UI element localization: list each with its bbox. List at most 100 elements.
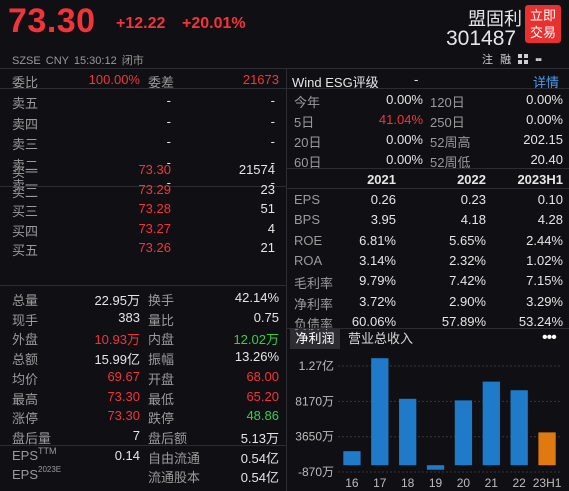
divider <box>287 188 569 189</box>
bid-row[interactable]: 买五 73.26 21 <box>0 238 285 258</box>
ask-price: - <box>166 134 171 149</box>
stat-label-left: 涨停 <box>12 411 39 427</box>
perf-value-left: 0.00% <box>386 132 423 147</box>
ask-row[interactable]: 卖三 - - <box>0 132 285 152</box>
chart-xtick-label: 20 <box>457 476 471 490</box>
bid-row[interactable]: 买二 73.29 23 <box>0 180 285 200</box>
chart-bar[interactable] <box>426 465 445 470</box>
stat-row: 最高 73.30 最低 65.20 <box>0 387 285 407</box>
chart-bar[interactable] <box>454 400 473 466</box>
trade-button-line1: 立即 <box>529 8 556 23</box>
perf-value-right: 202.15 <box>523 132 563 147</box>
stat-row: 外盘 10.93万 内盘 12.02万 <box>0 327 285 348</box>
ask-row[interactable]: 卖四 - - <box>0 112 285 132</box>
fin-label: 负债率 <box>294 316 334 332</box>
tab-revenue[interactable]: 营业总收入 <box>348 329 413 349</box>
fin-value: 6.81% <box>359 232 396 248</box>
ask-row[interactable]: 卖五 - - <box>0 91 285 111</box>
bid-price: 73.29 <box>138 181 171 197</box>
header-icons: 注 融 ▪▪ <box>478 51 542 67</box>
fin-label: 毛利率 <box>294 276 334 292</box>
stat-value-right: 68.00 <box>246 368 279 384</box>
fin-value: 3.14% <box>359 252 396 268</box>
fin-value: 53.24% <box>518 313 563 329</box>
bid-row[interactable]: 买四 73.27 4 <box>0 219 285 239</box>
trade-now-button[interactable]: 立即 交易 <box>525 5 561 43</box>
bid-row[interactable]: 买三 73.28 51 <box>0 199 285 219</box>
note-icon[interactable]: 注 <box>482 54 493 66</box>
bid-volume: 21574 <box>238 162 275 177</box>
chart-bar[interactable] <box>538 432 556 466</box>
fin-value: 2.44% <box>526 232 563 248</box>
chart-bar[interactable] <box>343 451 361 466</box>
fin-value: 4.28 <box>537 212 563 228</box>
stat-value-right: 13.26% <box>234 349 279 365</box>
stat-label-left: 外盘 <box>12 332 39 348</box>
fin-year-header: 2021 2022 2023H1 <box>290 170 569 189</box>
fin-year: 2022 <box>457 172 486 187</box>
fin-value: 9.79% <box>359 273 396 289</box>
perf-value-right: 0.00% <box>526 92 563 107</box>
stat-row: 总量 22.95万 换手 42.14% <box>0 288 285 308</box>
bid-volume: 21 <box>260 240 275 255</box>
fin-label: ROA <box>294 252 323 268</box>
stat-label-left: 总额 <box>12 352 39 368</box>
fin-row: EPS 0.26 0.23 0.10 <box>290 190 569 209</box>
divider <box>287 168 569 169</box>
ask-label: 卖三 <box>12 137 39 152</box>
stat-label-right: 开盘 <box>148 371 175 387</box>
chart-ytick-label: 3650万 <box>295 430 334 444</box>
chart-bar[interactable] <box>510 390 528 466</box>
bid-label: 买一 <box>12 165 39 180</box>
stat-row: 均价 69.67 开盘 68.00 <box>0 367 285 387</box>
margin-icon[interactable]: 融 <box>500 54 511 66</box>
chart-xtick-label: 23H1 <box>533 476 562 490</box>
fin-value: 3.29% <box>526 293 563 309</box>
stat-label-right: 量比 <box>148 312 175 328</box>
fin-year: 2023H1 <box>517 172 563 187</box>
ask-volume: - <box>270 134 275 149</box>
stat-row: EPS TTM 0.14 自由流通 0.54亿 <box>0 446 285 466</box>
fin-value: 3.72% <box>359 293 396 309</box>
bid-volume: 51 <box>260 201 275 216</box>
stat-label-left: EPS <box>12 467 39 483</box>
order-ratio-value: 100.00% <box>88 72 140 87</box>
chart-xtick-label: 21 <box>485 476 499 490</box>
perf-row: 20日 0.00% 52周高 202.15 <box>290 130 569 150</box>
fin-value: 4.18 <box>460 212 486 228</box>
stat-label-right: 自由流通 <box>148 450 201 466</box>
stat-row: EPS 2023E 流通股本 0.54亿 <box>0 465 285 485</box>
esg-row: Wind ESG评级 - 详情 <box>290 70 569 90</box>
perf-label-right: 52周高 <box>430 135 471 150</box>
perf-label-left: 20日 <box>294 135 322 150</box>
chart-ytick-label: -870万 <box>298 465 334 479</box>
chart-bar[interactable] <box>371 358 389 466</box>
bid-label: 买五 <box>12 243 39 258</box>
chart-ytick-label: 8170万 <box>295 394 334 408</box>
ask-volume: - <box>270 93 275 108</box>
stat-value-left: 383 <box>118 309 140 325</box>
chart-xtick-label: 16 <box>345 476 359 490</box>
divider <box>0 285 286 286</box>
stock-code: 301487 <box>446 27 517 50</box>
chart-xtick-label: 19 <box>429 476 443 490</box>
fin-value: 2.90% <box>449 293 486 309</box>
chart-bar[interactable] <box>482 381 500 466</box>
stat-label-right: 换手 <box>148 293 175 308</box>
fin-value: 2.32% <box>449 252 486 268</box>
more-options-icon[interactable]: ••• <box>542 329 557 347</box>
fin-label: ROE <box>294 232 323 248</box>
more-icon[interactable]: ▪▪ <box>535 54 542 66</box>
perf-row: 60日 0.00% 52周低 20.40 <box>290 150 569 170</box>
bid-row[interactable]: 买一 73.30 21574 <box>0 160 285 180</box>
stat-value-right: 12.02万 <box>233 332 279 348</box>
chart-xtick-label: 22 <box>513 476 527 490</box>
stat-label-right: 内盘 <box>148 332 175 348</box>
fin-row: 净利率 3.72% 2.90% 3.29% <box>290 292 569 312</box>
stat-value-left: 73.30 <box>107 408 140 424</box>
stat-value-right: 65.20 <box>246 388 279 404</box>
grid-icon[interactable] <box>518 54 529 64</box>
stat-value-left: 10.93万 <box>94 332 140 348</box>
divider <box>287 88 569 89</box>
chart-bar[interactable] <box>399 398 417 466</box>
